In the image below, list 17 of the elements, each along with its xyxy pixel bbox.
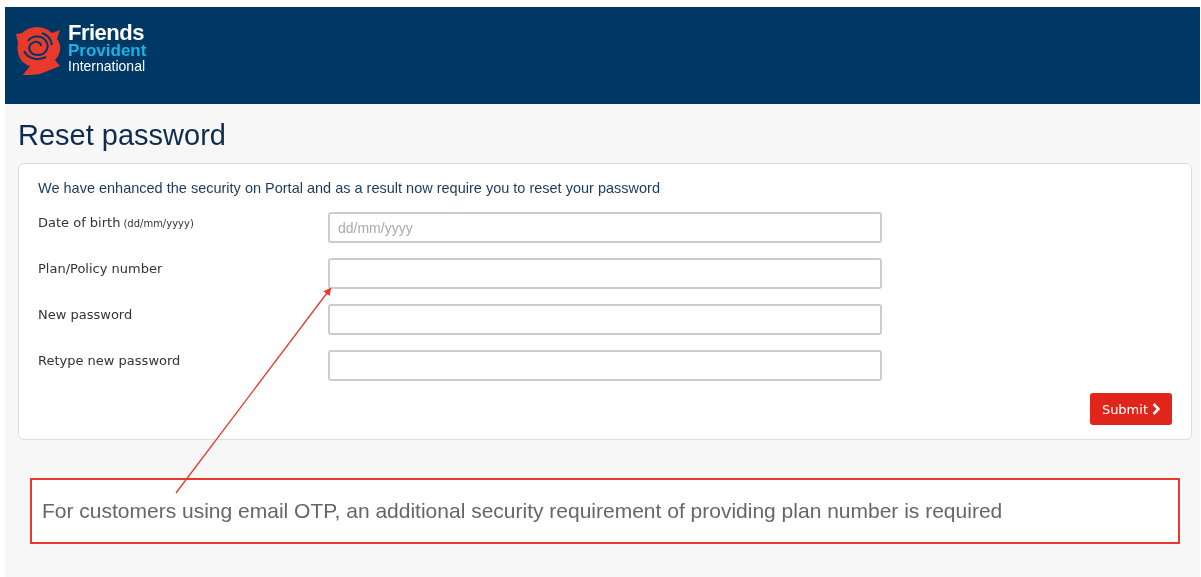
field-label: New password [38,307,133,322]
chevron-icon [1152,403,1160,415]
field-label: Retype new password [38,353,181,368]
input-field[interactable] [328,258,882,289]
submit-button[interactable]: Submit [1089,393,1172,425]
field-label: Plan/Policy number [38,261,163,276]
format-hint: (dd/mm/yyyy) [123,218,194,229]
logo-text: Provident [68,42,147,59]
input-field[interactable] [328,350,882,381]
intro-text: We have enhanced the security on Portal and as a result now require you to reset your password [38,180,661,196]
page-title: Reset password [18,118,227,153]
logo-text: Friends [68,22,144,44]
input-field[interactable] [328,304,882,335]
callout-text: For customers using email OTP, an additional security requirement of providing plan number is required [42,499,1003,523]
input-field[interactable]: dd/mm/yyyy [328,212,882,243]
field-label: Date of birth [38,215,121,230]
logo-text: International [68,59,147,73]
